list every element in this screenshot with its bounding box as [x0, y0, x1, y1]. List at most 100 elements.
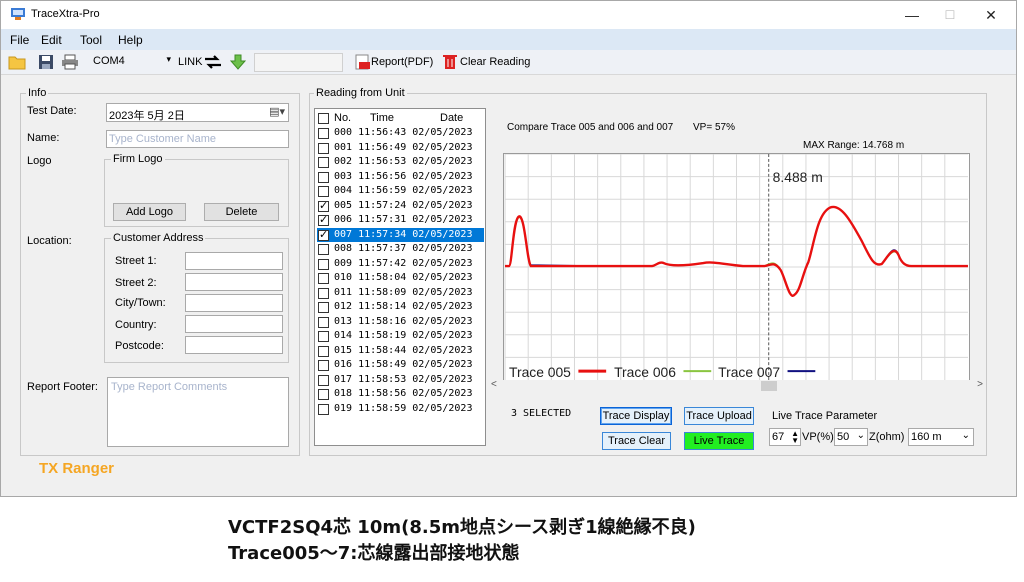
trace-list-row[interactable]: 018 11:58:56 02/05/2023: [317, 387, 484, 402]
trace-row-text: 011 11:58:09 02/05/2023: [334, 286, 473, 298]
trace-list-row[interactable]: 001 11:56:49 02/05/2023: [317, 141, 484, 156]
trace-list-row[interactable]: 005 11:57:24 02/05/2023: [317, 199, 484, 213]
trace-graph[interactable]: 8.488 m Trace 005 Trace 006 Trace 007: [503, 153, 970, 381]
trace-checkbox[interactable]: [318, 228, 329, 242]
trace-checkbox[interactable]: [318, 316, 329, 328]
trace-list-row[interactable]: 000 11:56:43 02/05/2023: [317, 126, 484, 141]
trace-row-text: 010 11:58:04 02/05/2023: [334, 272, 473, 283]
calendar-icon[interactable]: ▤▾: [269, 105, 285, 118]
trace-list[interactable]: No. Time Date 000 11:56:43 02/05/2023 001…: [314, 108, 486, 446]
trace-checkbox[interactable]: [318, 258, 329, 270]
menu-edit[interactable]: Edit: [41, 33, 62, 47]
city-input[interactable]: [185, 294, 283, 312]
vp-stepper[interactable]: 67 ▲ ▼: [769, 428, 801, 446]
trace-list-row[interactable]: 015 11:58:44 02/05/2023: [317, 344, 484, 359]
trace-checkbox[interactable]: [318, 331, 329, 342]
impedance-select[interactable]: 50 ⌄: [834, 428, 868, 446]
trace-list-row[interactable]: 003 11:56:56 02/05/2023: [317, 170, 484, 185]
country-input[interactable]: [185, 315, 283, 333]
app-window: TraceXtra-Pro — ☐ ✕ File Edit Tool Help …: [0, 0, 1017, 497]
trace-checkbox[interactable]: [318, 345, 329, 357]
trace-checkbox[interactable]: [318, 199, 329, 213]
brand-label: TX Ranger: [39, 460, 115, 477]
trace-list-row[interactable]: 012 11:58:14 02/05/2023: [317, 300, 484, 315]
clear-reading-button[interactable]: Clear Reading: [460, 56, 530, 68]
street1-input[interactable]: [185, 252, 283, 270]
trace-clear-button[interactable]: Trace Clear: [602, 432, 671, 450]
menu-file[interactable]: File: [10, 33, 29, 47]
trace-checkbox[interactable]: [318, 186, 329, 197]
trace-checkbox[interactable]: [318, 287, 329, 299]
delete-logo-button[interactable]: Delete: [204, 203, 279, 221]
range-select[interactable]: 160 m ⌄: [908, 428, 974, 446]
add-logo-button[interactable]: Add Logo: [113, 203, 186, 221]
customer-name-input[interactable]: Type Customer Name: [106, 130, 289, 148]
street2-input[interactable]: [185, 273, 283, 291]
graph-scrollbar[interactable]: < >: [489, 379, 985, 393]
trace-checkbox[interactable]: [318, 142, 329, 154]
maximize-button[interactable]: ☐: [935, 5, 965, 25]
stepper-arrows-icon[interactable]: ▲ ▼: [791, 430, 799, 445]
trace-list-row[interactable]: 013 11:58:16 02/05/2023: [317, 315, 484, 330]
trace-list-row[interactable]: 009 11:57:42 02/05/2023: [317, 257, 484, 272]
trace-checkbox[interactable]: [318, 374, 329, 386]
trace-list-row[interactable]: 011 11:58:09 02/05/2023: [317, 286, 484, 301]
test-date-picker[interactable]: 2023年 5月 2日 ▤▾: [106, 103, 289, 122]
trace-checkbox[interactable]: [318, 128, 329, 139]
com-port-select[interactable]: COM4 ▾: [90, 53, 174, 71]
folder-icon[interactable]: [8, 54, 26, 70]
report-footer-input[interactable]: Type Report Comments: [107, 377, 289, 447]
col-time: Time: [370, 112, 395, 124]
trace-row-text: 006 11:57:31 02/05/2023: [334, 214, 473, 225]
scroll-thumb[interactable]: [761, 381, 777, 391]
trace-checkbox[interactable]: [318, 302, 329, 313]
trace-checkbox[interactable]: [318, 213, 329, 228]
postcode-input[interactable]: [185, 336, 283, 354]
trace-row-text: 002 11:56:53 02/05/2023: [334, 156, 473, 167]
trace-list-row[interactable]: 002 11:56:53 02/05/2023: [317, 155, 484, 170]
legend-trace-007: Trace 007: [718, 364, 780, 380]
trace-list-row[interactable]: 007 11:57:34 02/05/2023: [317, 227, 484, 242]
report-pdf-button[interactable]: Report(PDF): [371, 56, 433, 68]
trace-checkbox[interactable]: [318, 360, 329, 371]
trace-row-text: 019 11:58:59 02/05/2023: [334, 402, 473, 414]
trace-list-row[interactable]: 004 11:56:59 02/05/2023: [317, 184, 484, 199]
link-label: LINK: [178, 56, 203, 68]
trace-list-row[interactable]: 006 11:57:31 02/05/2023: [317, 213, 484, 228]
app-icon: [11, 8, 25, 20]
trace-checkbox[interactable]: [318, 157, 329, 168]
minimize-button[interactable]: —: [897, 5, 927, 25]
toolbar: COM4 ▾ LINK Report(PDF) Clear Reading: [1, 50, 1016, 75]
trace-checkbox[interactable]: [318, 389, 329, 400]
scroll-right-icon[interactable]: >: [977, 379, 983, 390]
scroll-left-icon[interactable]: <: [491, 379, 497, 390]
trace-list-row[interactable]: 010 11:58:04 02/05/2023: [317, 271, 484, 286]
col-date: Date: [440, 112, 464, 124]
legend-trace-005: Trace 005: [509, 364, 571, 380]
download-arrow-icon[interactable]: [229, 54, 247, 70]
printer-icon[interactable]: [61, 54, 79, 70]
trace-list-row[interactable]: 008 11:57:37 02/05/2023: [317, 242, 484, 257]
trace-checkbox[interactable]: [318, 171, 329, 183]
trace-display-button[interactable]: Trace Display: [600, 407, 672, 425]
trace-list-row[interactable]: 017 11:58:53 02/05/2023: [317, 373, 484, 388]
trash-icon[interactable]: [441, 54, 459, 70]
save-icon[interactable]: [37, 54, 55, 70]
trace-row-text: 001 11:56:49 02/05/2023: [334, 141, 473, 153]
select-all-checkbox[interactable]: [318, 113, 329, 124]
close-button[interactable]: ✕: [976, 5, 1006, 25]
trace-checkbox[interactable]: [318, 244, 329, 255]
live-trace-button[interactable]: Live Trace: [684, 432, 754, 450]
trace-upload-button[interactable]: Trace Upload: [684, 407, 754, 425]
trace-list-row[interactable]: 019 11:58:59 02/05/2023: [317, 402, 484, 417]
trace-checkbox[interactable]: [318, 403, 329, 415]
trace-row-text: 003 11:56:56 02/05/2023: [334, 170, 473, 182]
trace-list-row[interactable]: 014 11:58:19 02/05/2023: [317, 329, 484, 344]
menu-tool[interactable]: Tool: [80, 33, 102, 47]
trace-list-header: No. Time Date: [317, 111, 484, 126]
link-arrows-icon[interactable]: [204, 54, 222, 70]
menu-help[interactable]: Help: [118, 33, 143, 47]
pdf-report-icon[interactable]: [353, 54, 371, 70]
trace-list-row[interactable]: 016 11:58:49 02/05/2023: [317, 358, 484, 373]
trace-checkbox[interactable]: [318, 273, 329, 284]
